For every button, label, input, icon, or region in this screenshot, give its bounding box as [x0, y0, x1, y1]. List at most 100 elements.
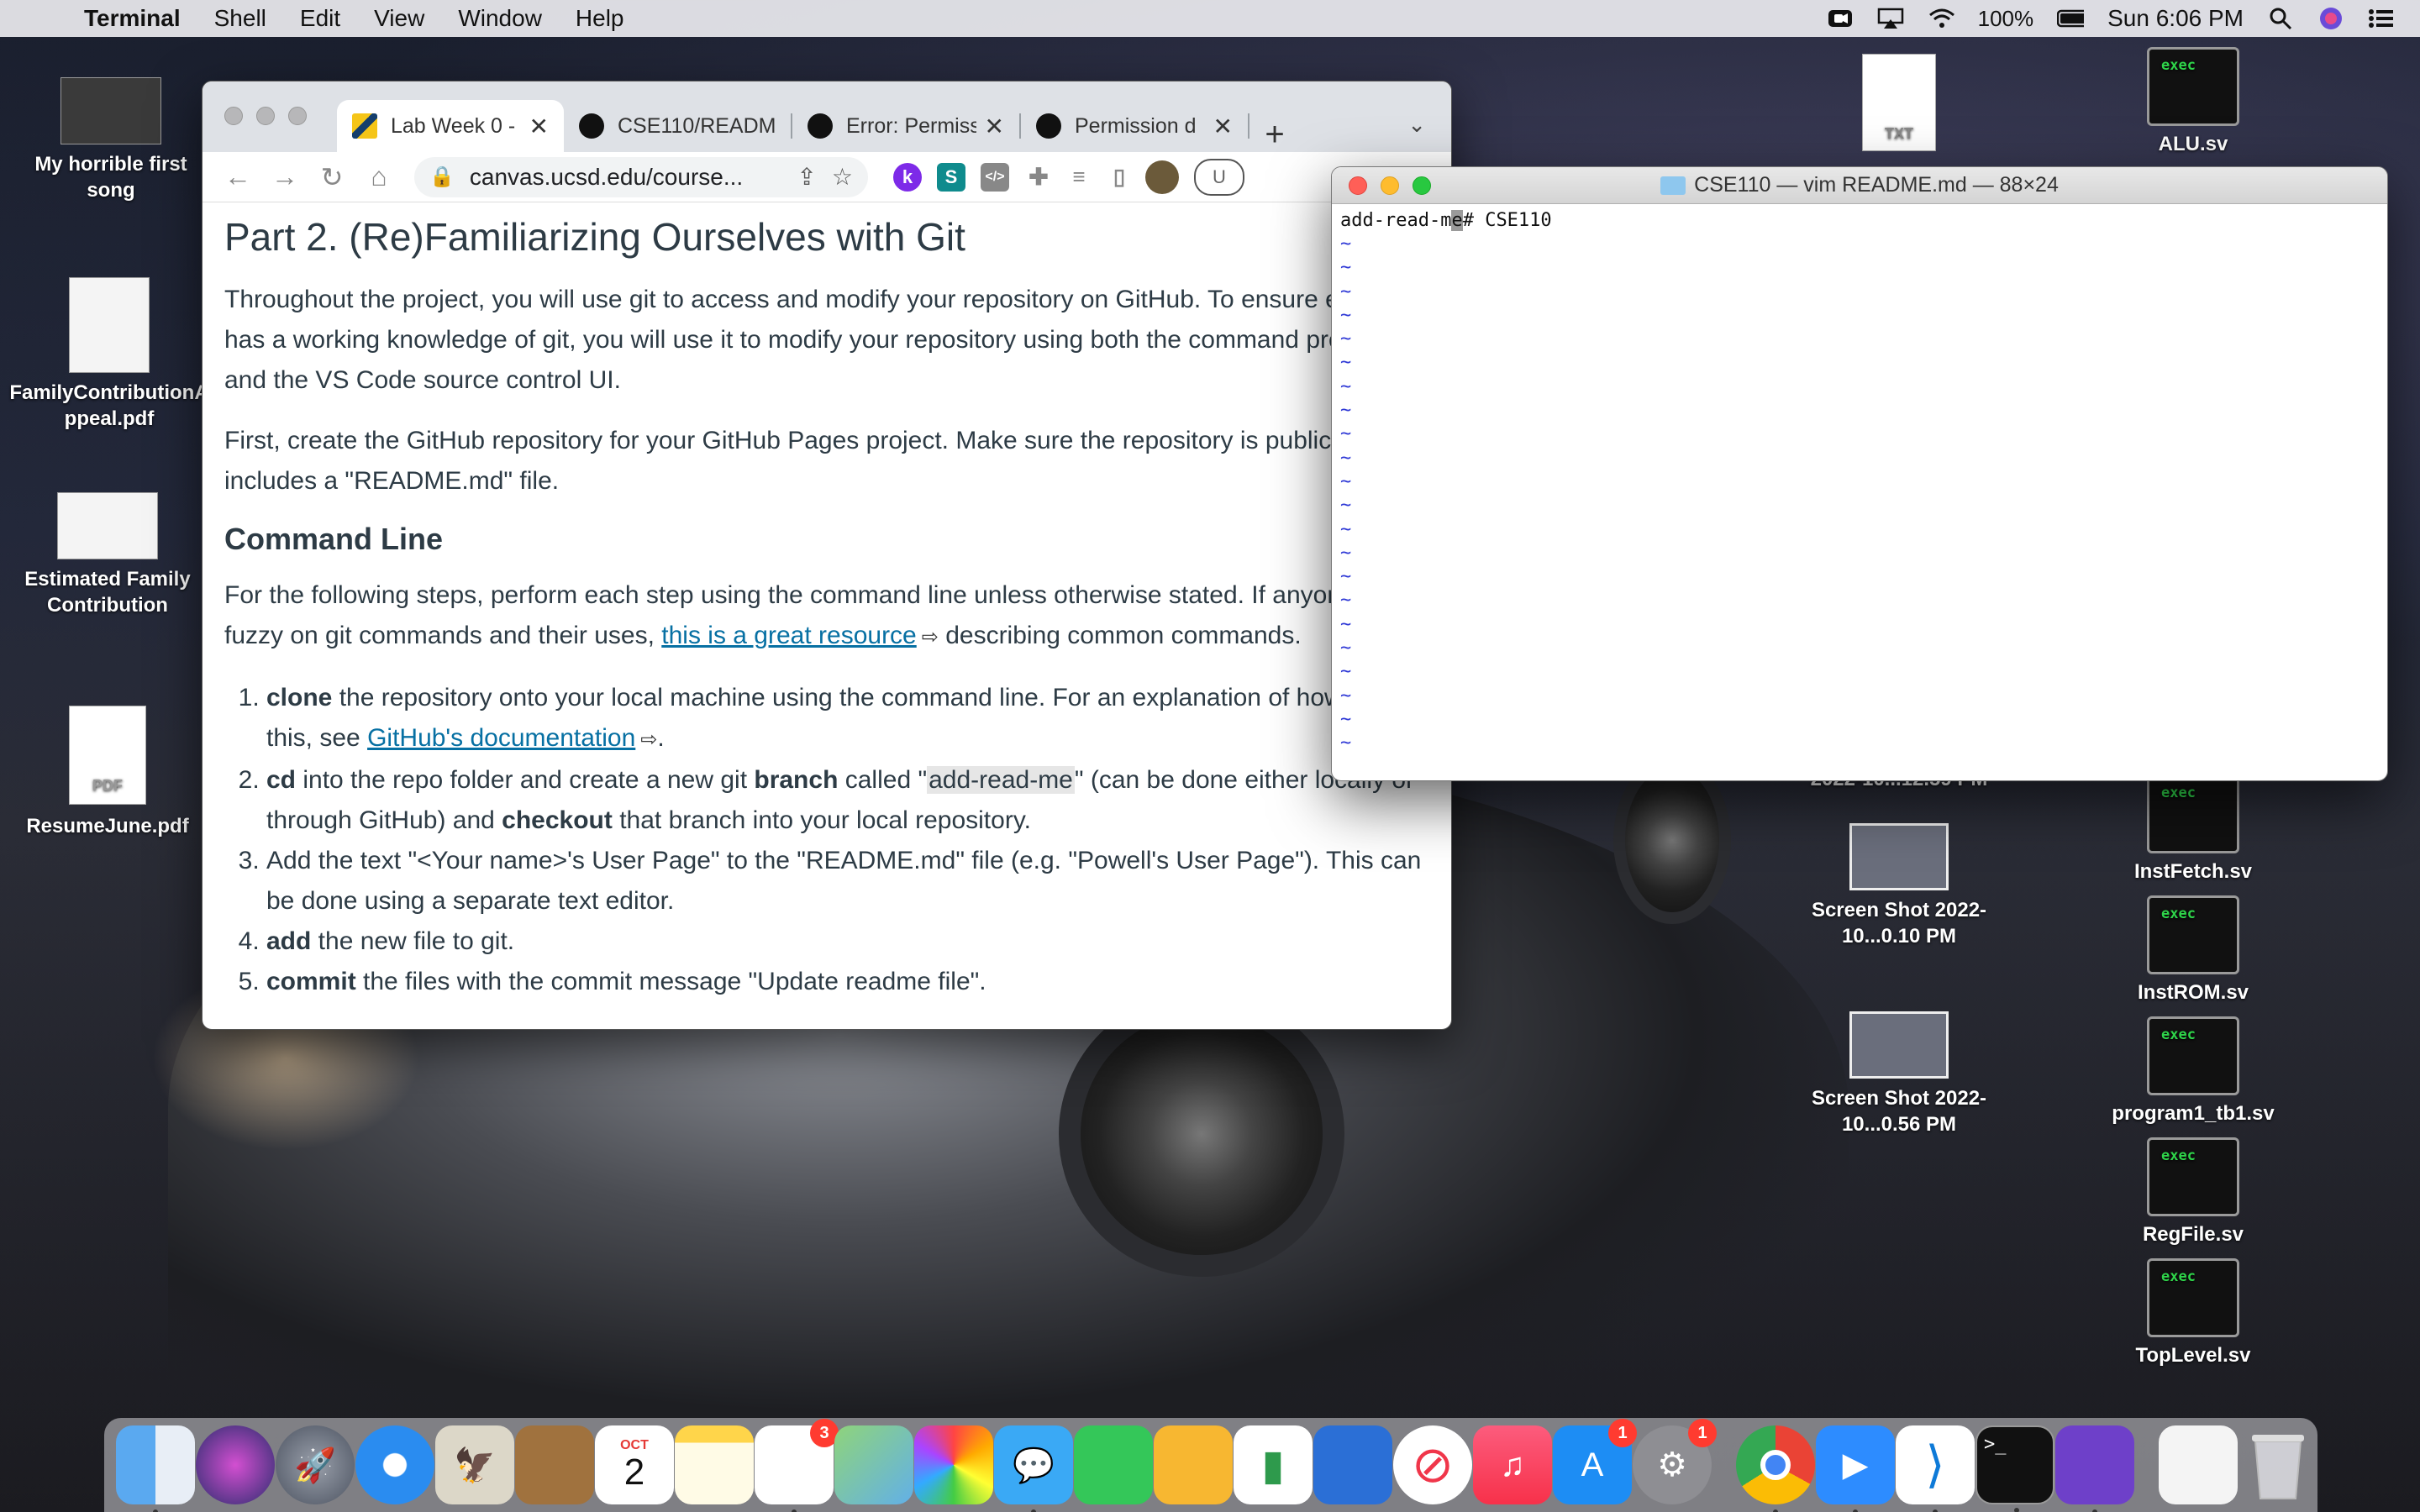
launchpad-rocket-icon[interactable]: 🚀	[276, 1425, 355, 1504]
vim-first-line: add-read-me# CSE110	[1340, 209, 2379, 233]
maps-icon[interactable]	[834, 1425, 913, 1504]
terminal-window: CSE110 — vim README.md — 88×24 add-read-…	[1331, 166, 2388, 781]
tab-search-chevron-icon[interactable]: ⌄	[1407, 112, 1426, 138]
txt-thumb-label: TXT	[1885, 125, 1913, 142]
pages-icon[interactable]	[1154, 1425, 1233, 1504]
calendar-day: 2	[623, 1452, 645, 1493]
new-tab-plus-icon[interactable]: +	[1249, 116, 1300, 154]
side-panel-icon[interactable]: ▯	[1105, 163, 1134, 192]
music-note-icon[interactable]: ♫	[1473, 1425, 1552, 1504]
safari-compass-icon[interactable]	[355, 1425, 434, 1504]
extension-s-icon[interactable]: S	[937, 162, 965, 192]
app-store-icon[interactable]: A1	[1553, 1419, 1637, 1504]
screen-recording-icon[interactable]	[1827, 8, 1854, 29]
desktop-file-instrom-sv[interactable]: exec InstROM.sv	[2101, 895, 2286, 1005]
desktop-file-toplevel-sv[interactable]: exec TopLevel.sv	[2101, 1258, 2286, 1368]
profile-avatar[interactable]	[1145, 160, 1179, 194]
desktop-file-estimated-family-contribution[interactable]: Estimated Family Contribution	[8, 492, 207, 618]
photos-icon[interactable]	[914, 1425, 993, 1504]
text-segment: into the repo folder and create a new gi…	[296, 766, 755, 794]
desktop-file-alu-sv[interactable]: exec ALU.sv	[2101, 47, 2286, 157]
news-icon[interactable]: ⊘	[1393, 1425, 1472, 1504]
forward-arrow-icon[interactable]: →	[261, 161, 308, 192]
spotlight-search-icon[interactable]	[2267, 8, 2294, 30]
chrome-icon[interactable]	[1736, 1425, 1815, 1512]
vscode-icon[interactable]: ⟩	[1896, 1425, 1975, 1512]
keynote-icon[interactable]	[1313, 1425, 1392, 1504]
finder-icon[interactable]	[116, 1425, 195, 1512]
home-icon[interactable]: ⌂	[355, 161, 402, 192]
share-icon[interactable]: ⇪	[797, 163, 816, 191]
desktop-file-txt[interactable]: TXT	[1857, 54, 1941, 160]
tab-permission-denied[interactable]: Permission d ✕	[1021, 100, 1248, 152]
extension-devtools-icon[interactable]: </>	[981, 162, 1009, 192]
menu-clock[interactable]: Sun 6:06 PM	[2107, 5, 2244, 32]
desktop-file-label: InstFetch.sv	[2133, 860, 2253, 883]
desktop-file-screenshot-1[interactable]: Screen Shot 2022-10...0.10 PM	[1781, 823, 2017, 949]
menu-bar: Terminal Shell Edit View Window Help 100…	[0, 0, 2420, 37]
menu-help[interactable]: Help	[576, 5, 624, 32]
reload-icon[interactable]: ↻	[308, 161, 355, 193]
siri-icon[interactable]	[2317, 8, 2344, 29]
desktop-file-song[interactable]: My horrible first song	[17, 77, 205, 203]
desktop-file-resume-pdf[interactable]: PDF ResumeJune.pdf	[8, 706, 207, 839]
menu-shell[interactable]: Shell	[214, 5, 266, 32]
terminal-minimize-button[interactable]	[1381, 176, 1399, 195]
address-bar[interactable]: 🔒 canvas.ucsd.edu/course... ⇪ ☆	[414, 156, 868, 197]
numbers-chart-icon[interactable]: ▮	[1234, 1425, 1313, 1504]
wifi-icon[interactable]	[1928, 8, 1954, 29]
tab-cse110-readme[interactable]: CSE110/README	[564, 100, 791, 152]
trash-icon[interactable]	[2238, 1425, 2317, 1504]
reminders-icon[interactable]: 3	[755, 1419, 839, 1512]
github-desktop-icon[interactable]	[2055, 1425, 2134, 1512]
close-window-button[interactable]	[224, 107, 243, 125]
extensions-puzzle-icon[interactable]: ✚	[1024, 163, 1053, 192]
extension-k-icon[interactable]: k	[893, 162, 922, 192]
menu-app-name[interactable]: Terminal	[84, 5, 181, 32]
downloads-stack-icon[interactable]	[2159, 1425, 2238, 1504]
close-tab-icon[interactable]: ✕	[1213, 113, 1233, 140]
notes-icon[interactable]	[675, 1425, 754, 1504]
media-playlist-icon[interactable]: ≡	[1065, 163, 1093, 192]
messages-icon[interactable]: 💬	[994, 1425, 1073, 1512]
list-item: add the new file to git.	[266, 921, 1429, 962]
great-resource-link[interactable]: this is a great resource	[661, 622, 916, 649]
tab-lab-week-0[interactable]: Lab Week 0 - ✕	[337, 100, 564, 152]
zoom-window-button[interactable]	[288, 107, 307, 125]
exec-thumbnail: exec	[2147, 1137, 2239, 1216]
menu-edit[interactable]: Edit	[300, 5, 340, 32]
airplay-icon[interactable]	[1877, 8, 1904, 29]
github-docs-link[interactable]: GitHub's documentation	[367, 724, 635, 752]
contacts-book-icon[interactable]	[515, 1425, 594, 1504]
bookmark-star-icon[interactable]: ☆	[832, 163, 853, 191]
bold-term: cd	[266, 766, 297, 794]
facetime-icon[interactable]	[1074, 1425, 1153, 1504]
tab-title: Error: Permiss	[846, 113, 976, 138]
desktop-file-screenshot-2[interactable]: Screen Shot 2022-10...0.56 PM	[1781, 1011, 2017, 1137]
terminal-zoom-button[interactable]	[1413, 176, 1431, 195]
menu-view[interactable]: View	[374, 5, 424, 32]
close-tab-icon[interactable]: ✕	[985, 113, 1004, 140]
desktop-file-program1-tb1-sv[interactable]: exec program1_tb1.sv	[2101, 1016, 2286, 1126]
battery-icon[interactable]	[2057, 8, 2085, 29]
control-center-icon[interactable]	[2368, 8, 2395, 29]
back-arrow-icon[interactable]: ←	[214, 161, 261, 192]
desktop-file-family-contribution-pdf[interactable]: FamilyContributionAppeal.pdf	[8, 277, 210, 432]
terminal-dock-icon[interactable]: >_	[1975, 1425, 2054, 1512]
tab-title: Permission d	[1075, 113, 1197, 138]
system-preferences-gear-icon[interactable]: ⚙ 1	[1633, 1419, 1717, 1504]
profile-update-button[interactable]: U	[1194, 158, 1244, 196]
desktop-file-label: RegFile.sv	[2142, 1223, 2244, 1246]
desktop-file-instfetch-sv[interactable]: exec InstFetch.sv	[2101, 774, 2286, 885]
menu-window[interactable]: Window	[458, 5, 542, 32]
tab-error-permission[interactable]: Error: Permiss ✕	[792, 100, 1019, 152]
terminal-close-button[interactable]	[1349, 176, 1367, 195]
vim-editor[interactable]: add-read-me# CSE110 ~ ~ ~ ~ ~ ~ ~ ~ ~ ~ ~ ~ ~ ~ ~ ~ ~ ~ ~ ~…	[1332, 204, 2387, 761]
desktop-file-regfile-sv[interactable]: exec RegFile.sv	[2101, 1137, 2286, 1247]
minimize-window-button[interactable]	[256, 107, 275, 125]
mail-stamp-icon[interactable]: 🦅	[435, 1425, 514, 1504]
siri-dock-icon[interactable]	[196, 1425, 275, 1504]
zoom-camera-icon[interactable]: ▶	[1816, 1425, 1895, 1512]
calendar-icon[interactable]: OCT 2	[595, 1425, 674, 1504]
close-tab-icon[interactable]: ✕	[529, 113, 549, 140]
